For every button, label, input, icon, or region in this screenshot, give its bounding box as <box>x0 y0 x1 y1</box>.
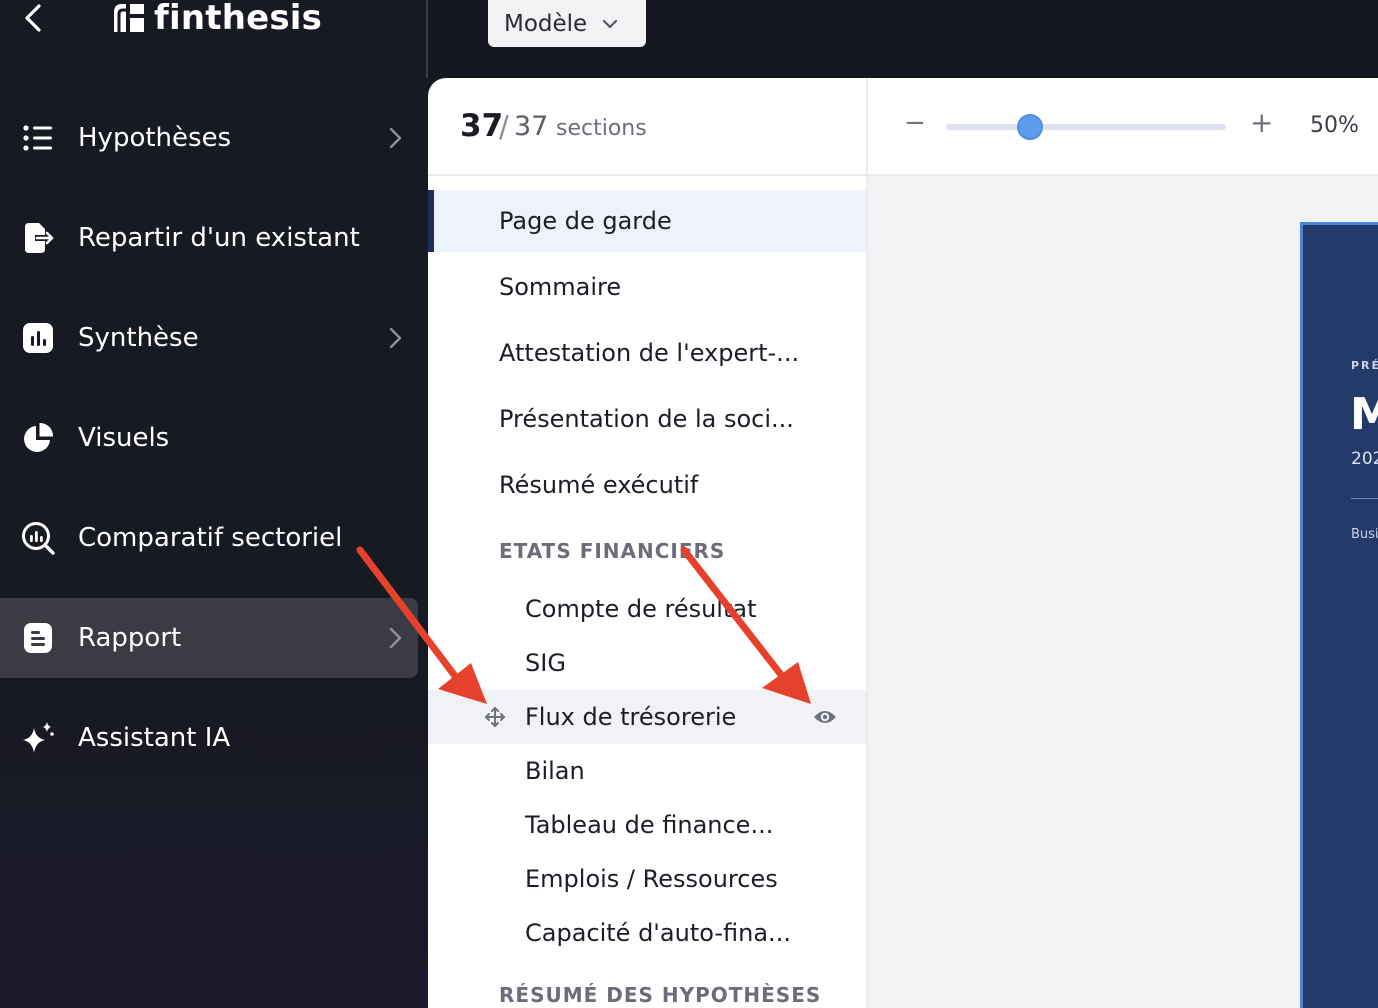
sections-total: 37 <box>514 111 549 142</box>
sidebar-item-visuels[interactable]: Visuels <box>0 398 418 478</box>
section-label: Flux de trésorerie <box>525 703 737 731</box>
sidebar-divider <box>426 0 428 78</box>
chevron-right-icon <box>389 627 402 649</box>
sections-counter: 37 / 37 sections <box>428 78 866 176</box>
sidebar-item-assistant-ia[interactable]: Assistant IA <box>0 698 418 778</box>
sidebar: finthesis Hypothèses Repartir d'un exist… <box>0 0 428 1008</box>
section-label: Tableau de finance... <box>525 811 774 839</box>
section-item[interactable]: Attestation de l'expert-... <box>428 322 866 384</box>
model-dropdown-label: Modèle <box>504 10 588 37</box>
sections-panel: 37 / 37 sections Page de garde Sommaire … <box>428 78 866 1008</box>
section-group-header[interactable]: RÉSUMÉ DES HYPOTHÈSES <box>499 983 821 1007</box>
chevron-right-icon <box>389 327 402 349</box>
section-item[interactable]: Tableau de finance... <box>428 798 866 852</box>
document-cover-page[interactable]: PRÉ M 202 Busi <box>1300 222 1378 1008</box>
chevron-down-icon <box>603 19 618 28</box>
section-label: SIG <box>525 649 566 677</box>
section-item[interactable]: Bilan <box>428 744 866 798</box>
zoom-out-button[interactable]: − <box>904 108 926 138</box>
doc-subtitle: Busi <box>1351 527 1378 542</box>
section-label: Bilan <box>525 757 585 785</box>
section-item[interactable]: Capacité d'auto-fina... <box>428 906 866 960</box>
chevron-right-icon <box>389 127 402 149</box>
eye-icon[interactable] <box>813 708 837 726</box>
section-item[interactable]: Emplois / Ressources <box>428 852 866 906</box>
section-label: Résumé exécutif <box>499 471 699 499</box>
analytics-search-icon <box>20 520 56 556</box>
section-label: Page de garde <box>499 207 672 235</box>
sidebar-item-label: Hypothèses <box>78 123 232 153</box>
file-export-icon <box>20 220 56 256</box>
section-label: Attestation de l'expert-... <box>499 339 800 367</box>
zoom-value: 50% <box>1310 113 1359 138</box>
sidebar-item-label: Synthèse <box>78 323 199 353</box>
section-item[interactable]: Présentation de la soci... <box>428 388 866 450</box>
section-item[interactable]: Page de garde <box>428 190 866 252</box>
doc-divider <box>1351 498 1378 499</box>
zoom-slider-track[interactable] <box>946 124 1226 130</box>
brand-name: finthesis <box>154 0 323 38</box>
back-button[interactable] <box>18 2 48 34</box>
zoom-slider-handle[interactable] <box>1017 114 1043 140</box>
list-icon <box>20 120 56 156</box>
sidebar-item-hypotheses[interactable]: Hypothèses <box>0 98 418 178</box>
doc-year: 202 <box>1351 449 1378 469</box>
report-icon <box>20 620 56 656</box>
zoom-toolbar: − + 50% <box>866 78 1378 176</box>
pie-chart-icon <box>20 420 56 456</box>
sidebar-item-repartir[interactable]: Repartir d'un existant <box>0 198 418 278</box>
section-item[interactable]: Compte de résultat <box>428 582 866 636</box>
doc-kicker: PRÉ <box>1351 359 1378 372</box>
section-item-hovered[interactable]: Flux de trésorerie <box>428 690 866 744</box>
sidebar-item-label: Rapport <box>78 623 182 653</box>
sidebar-item-comparatif[interactable]: Comparatif sectoriel <box>0 498 418 578</box>
sections-count-separator: / <box>499 110 509 144</box>
section-label: Capacité d'auto-fina... <box>525 919 791 947</box>
drag-handle-icon[interactable] <box>484 706 506 728</box>
bar-chart-icon <box>20 320 56 356</box>
section-item[interactable]: Sommaire <box>428 256 866 318</box>
section-item[interactable]: SIG <box>428 636 866 690</box>
sidebar-item-label: Comparatif sectoriel <box>78 523 343 553</box>
section-label: Compte de résultat <box>525 595 757 623</box>
document-preview-canvas: PRÉ M 202 Busi <box>866 176 1378 1008</box>
section-label: Emplois / Ressources <box>525 865 778 893</box>
sidebar-item-label: Repartir d'un existant <box>78 223 360 253</box>
finthesis-logo-icon <box>114 4 144 32</box>
section-group-header[interactable]: ETATS FINANCIERS <box>499 539 725 563</box>
section-label: Présentation de la soci... <box>499 405 794 433</box>
doc-title: M <box>1350 389 1378 440</box>
sidebar-item-label: Assistant IA <box>78 723 231 753</box>
brand-logo: finthesis <box>112 0 322 38</box>
section-item[interactable]: Résumé exécutif <box>428 454 866 516</box>
section-label: Sommaire <box>499 273 622 301</box>
zoom-in-button[interactable]: + <box>1250 106 1273 139</box>
sections-count: 37 <box>460 108 504 144</box>
sidebar-item-synthese[interactable]: Synthèse <box>0 298 418 378</box>
sparkle-icon <box>20 720 56 756</box>
sidebar-item-label: Visuels <box>78 423 170 453</box>
model-dropdown-button[interactable]: Modèle <box>488 0 646 47</box>
chevron-left-icon <box>25 4 41 32</box>
sidebar-item-rapport[interactable]: Rapport <box>0 598 418 678</box>
sections-label: sections <box>556 116 647 141</box>
